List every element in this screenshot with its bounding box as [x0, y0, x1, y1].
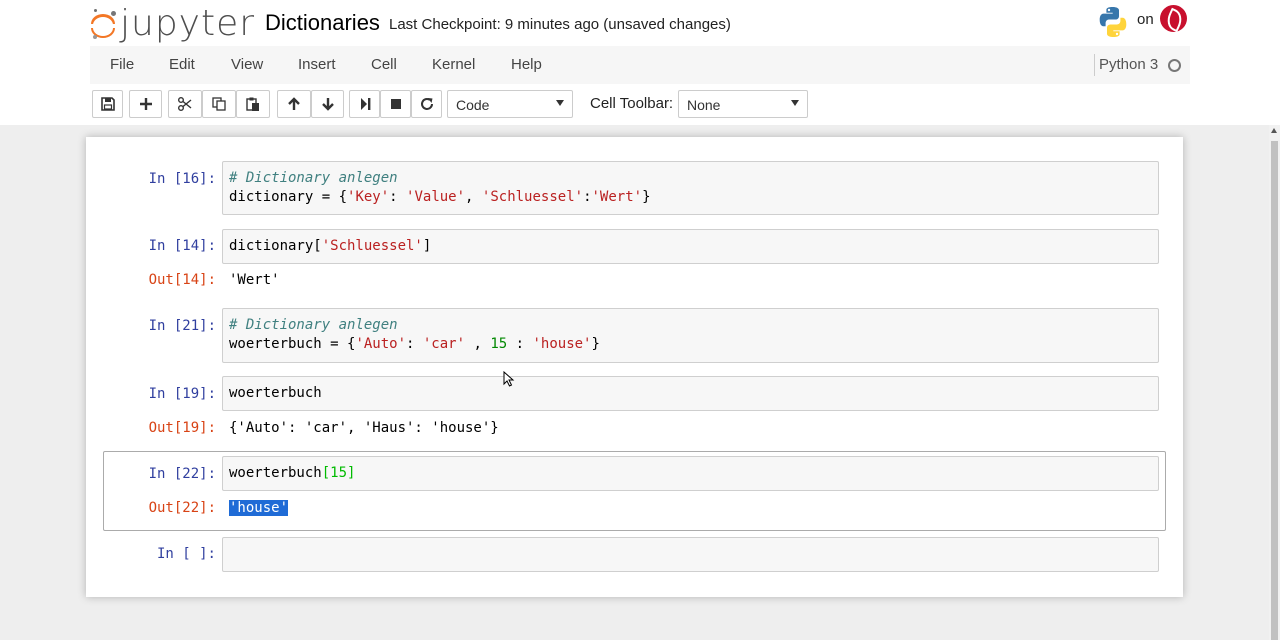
menu-kernel[interactable]: Kernel [432, 56, 475, 73]
code-string: 'car' [422, 336, 466, 352]
logo-text: jupyter [120, 3, 256, 44]
scrollbar-thumb[interactable] [1271, 141, 1278, 640]
move-up-button[interactable] [277, 90, 311, 118]
code-token: : [507, 336, 533, 352]
code-token: ] [422, 238, 432, 254]
output-prompt: Out[19]: [148, 420, 216, 436]
arrow-up-icon [288, 97, 300, 110]
move-down-button[interactable] [311, 90, 344, 118]
save-icon [100, 97, 115, 111]
notebook-name[interactable]: Dictionaries [265, 10, 380, 36]
cell-output: 'Wert' [229, 272, 280, 288]
chevron-down-icon [791, 100, 799, 106]
menu-view[interactable]: View [231, 56, 263, 73]
code-string: 'Key' [347, 189, 390, 205]
cut-button[interactable] [168, 90, 202, 118]
cell-toolbar-label: Cell Toolbar: [590, 95, 674, 112]
menubar: File Edit View Insert Cell Kernel Help P… [90, 46, 1190, 84]
menu-file[interactable]: File [110, 56, 134, 73]
cell-toolbar-value: None [687, 97, 721, 113]
toolbar: Code Cell Toolbar: None [90, 84, 1190, 124]
vertical-scrollbar[interactable] [1269, 125, 1280, 640]
code-token: : [406, 336, 423, 352]
input-prompt: In [21]: [148, 318, 216, 334]
code-bracket: [15] [321, 465, 356, 481]
code-token: dictionary = { [229, 189, 348, 205]
refresh-icon [420, 98, 433, 110]
code-string: 'Value' [406, 189, 466, 205]
code-token: woerterbuch = { [229, 336, 356, 352]
paste-icon [246, 97, 259, 111]
jupyter-logo-icon [90, 9, 118, 39]
code-input[interactable]: woerterbuch [222, 376, 1159, 411]
paste-button[interactable] [236, 90, 270, 118]
input-prompt: In [16]: [148, 171, 216, 187]
on-label: on [1137, 11, 1154, 28]
copy-button[interactable] [202, 90, 236, 118]
code-token: : [389, 189, 407, 205]
code-comment: # Dictionary anlegen [229, 170, 398, 186]
menu-edit[interactable]: Edit [169, 56, 195, 73]
code-input[interactable]: # Dictionary anlegen dictionary = {'Key'… [222, 161, 1159, 215]
cell-toolbar-select[interactable]: None [678, 90, 808, 118]
run-button[interactable] [349, 90, 380, 118]
kernel-divider [1094, 54, 1095, 76]
code-input[interactable]: # Dictionary anlegen woerterbuch = {'Aut… [222, 308, 1159, 363]
code-string: 'Auto' [355, 336, 407, 352]
input-prompt: In [22]: [148, 466, 216, 482]
menu-help[interactable]: Help [511, 56, 542, 73]
code-token: } [642, 189, 651, 205]
chevron-down-icon [556, 100, 564, 106]
plus-icon [139, 98, 152, 110]
notebook-container: In [16]: # Dictionary anlegen dictionary… [86, 137, 1183, 597]
code-token: woerterbuch [229, 385, 322, 401]
stop-icon [390, 99, 401, 109]
output-prompt: Out[22]: [148, 500, 216, 516]
code-comment: # Dictionary anlegen [229, 317, 398, 333]
code-token: woerterbuch [229, 465, 322, 481]
code-string: 'Schluessel' [321, 238, 423, 254]
insert-cell-button[interactable] [129, 90, 162, 118]
copy-icon [212, 97, 226, 111]
code-input[interactable] [222, 537, 1159, 572]
code-number: 15 [490, 336, 508, 352]
mouse-cursor-icon [503, 371, 515, 387]
kernel-name: Python 3 [1099, 56, 1159, 73]
code-string: 'Wert' [591, 189, 643, 205]
cell-output: {'Auto': 'car', 'Haus': 'house'} [229, 420, 499, 436]
cut-icon [178, 97, 192, 111]
input-prompt: In [14]: [148, 238, 216, 254]
code-string: 'house' [532, 336, 592, 352]
checkpoint-status: Last Checkpoint: 9 minutes ago (unsaved … [389, 16, 731, 33]
output-prompt: Out[14]: [148, 272, 216, 288]
kernel-idle-indicator-icon [1168, 59, 1181, 72]
code-token: , [465, 189, 482, 205]
code-string: 'Schluessel' [481, 189, 584, 205]
python-logo-icon [1099, 7, 1127, 37]
code-input[interactable]: dictionary['Schluessel'] [222, 229, 1159, 264]
code-token: : [583, 189, 592, 205]
code-token: } [591, 336, 600, 352]
anaconda-logo-icon [1160, 5, 1187, 32]
input-prompt: In [19]: [148, 386, 216, 402]
jupyter-logo[interactable]: jupyter [90, 6, 255, 42]
cell-output-selected[interactable]: 'house' [229, 500, 289, 516]
arrow-down-icon [321, 98, 334, 111]
menu-cell[interactable]: Cell [371, 56, 397, 73]
input-prompt: In [ ]: [156, 546, 216, 562]
code-token: , [465, 336, 491, 352]
code-input[interactable]: woerterbuch[15] [222, 456, 1159, 491]
code-token: dictionary[ [229, 238, 322, 254]
menu-insert[interactable]: Insert [298, 56, 336, 73]
restart-button[interactable] [411, 90, 442, 118]
cell-type-select[interactable]: Code [447, 90, 573, 118]
cell-type-value: Code [456, 97, 490, 113]
step-forward-icon [360, 98, 370, 110]
interrupt-button[interactable] [380, 90, 411, 118]
save-button[interactable] [92, 90, 123, 118]
scroll-up-icon[interactable] [1271, 128, 1277, 133]
